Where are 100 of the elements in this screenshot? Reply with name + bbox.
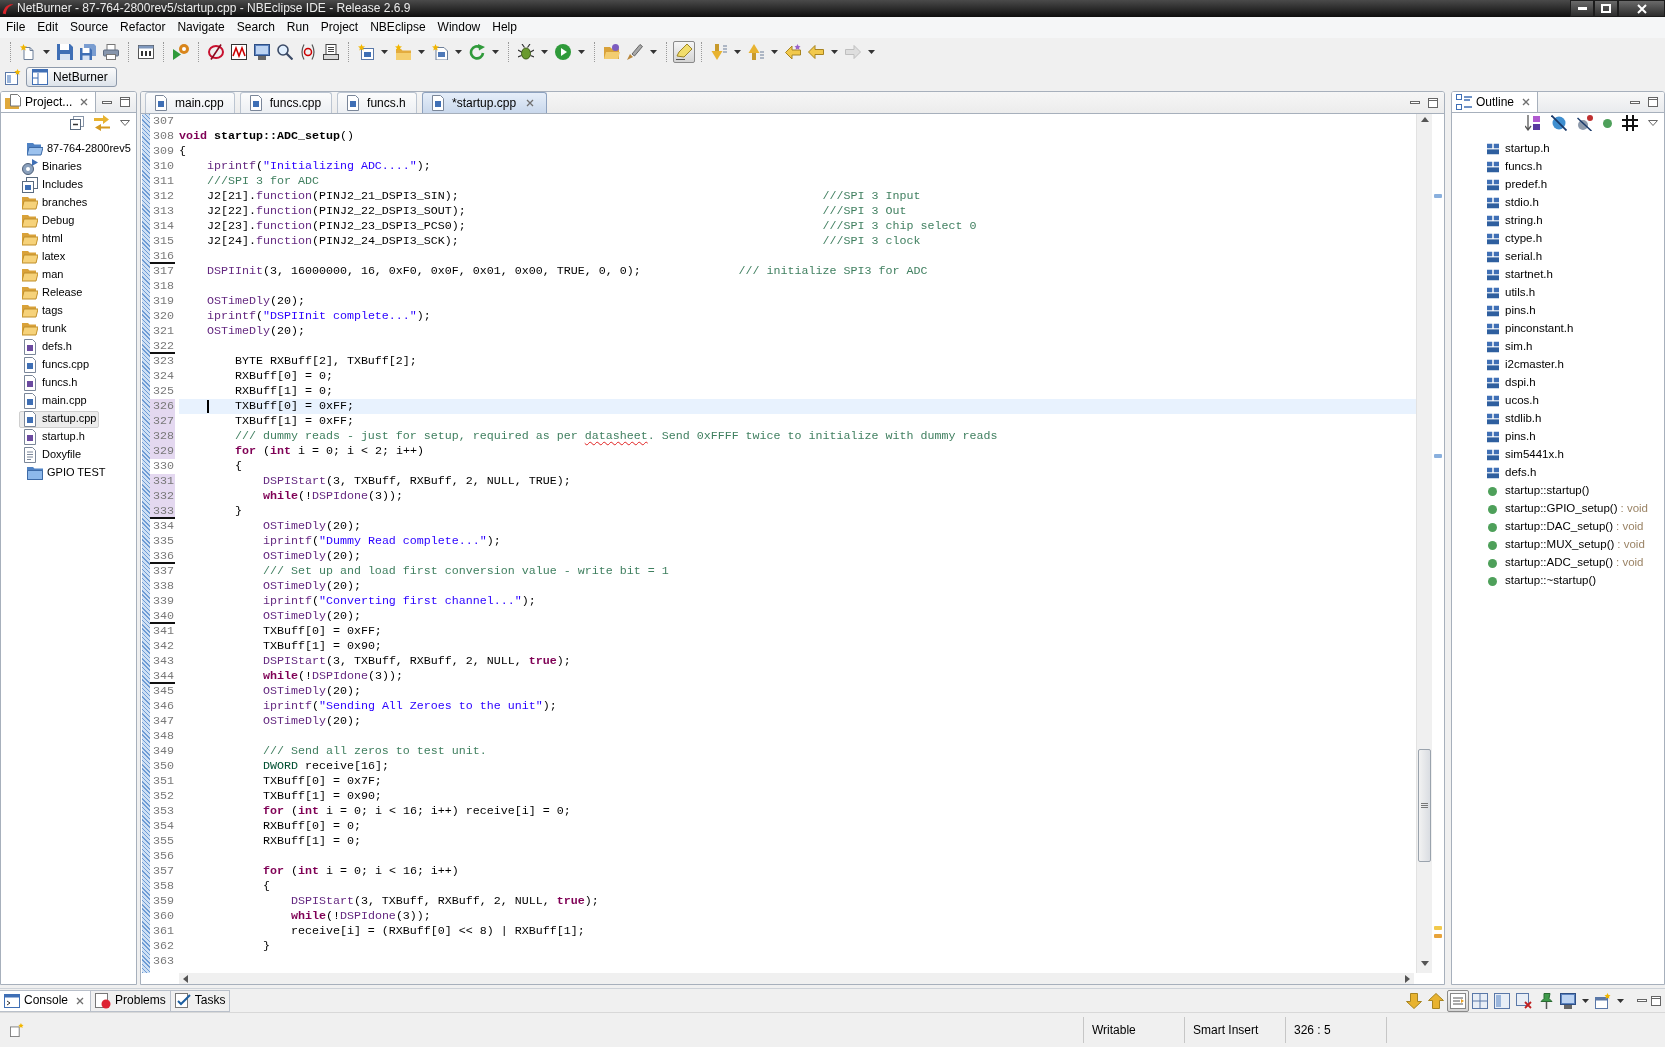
annotation-marker[interactable] (1434, 934, 1442, 938)
code-line: iprintf("Initializing ADC...."); (207, 159, 431, 174)
outline-item[interactable]: startup::startup() (1480, 482, 1593, 500)
menu-item[interactable]: Search (230, 17, 281, 38)
line-number: 363 (152, 954, 175, 969)
code-line: DSPIStart(3, TXBuff, RXBuff, 2, NULL, TRUE); (262, 474, 571, 489)
menu-item[interactable]: Source (64, 17, 115, 38)
outline-item[interactable]: utils.h (1480, 284, 1539, 302)
tree-item[interactable]: trunk (19, 320, 70, 338)
line-number: 326 (150, 399, 175, 414)
include-icon (1486, 233, 1499, 245)
view-tab[interactable]: Project... (1, 92, 97, 112)
editor-tab[interactable]: funcs.cpp (239, 92, 333, 113)
hide-static-button[interactable] (1575, 113, 1595, 133)
editor-tab[interactable]: main.cpp (145, 92, 235, 113)
fast-view-button[interactable] (8, 1021, 26, 1039)
maximize-button[interactable] (1594, 0, 1618, 17)
view-tab[interactable]: Outline (1452, 92, 1539, 112)
outline-item[interactable]: dspi.h (1480, 374, 1539, 392)
view-tab[interactable]: Console (0, 989, 92, 1012)
editor-tab[interactable]: funcs.h (337, 92, 418, 113)
perspective-button[interactable]: NetBurner (26, 67, 117, 87)
tree-item[interactable]: Debug (19, 212, 78, 230)
collapse-all-button[interactable] (68, 114, 86, 132)
zigzag-icon (231, 43, 247, 60)
outline-item[interactable]: string.h (1480, 212, 1546, 230)
view-menu-button[interactable] (118, 118, 132, 128)
annotation-marker[interactable] (1434, 454, 1442, 458)
tree-item[interactable]: funcs.h (19, 374, 81, 392)
outline-item[interactable]: funcs.h (1480, 158, 1546, 176)
outline-item[interactable]: startup::MUX_setup() : void (1480, 536, 1648, 554)
outline-item[interactable]: defs.h (1480, 464, 1540, 482)
annotation-marker[interactable] (1434, 926, 1442, 930)
tree-item[interactable]: 87-764-2800rev5 (24, 140, 134, 158)
menu-item[interactable]: Navigate (171, 17, 231, 38)
outline-item[interactable]: sim5441x.h (1480, 446, 1567, 464)
outline-item[interactable]: ctype.h (1480, 230, 1546, 248)
outline-item[interactable]: pinconstant.h (1480, 320, 1577, 338)
vertical-scrollbar[interactable] (1416, 114, 1432, 973)
outline-item[interactable]: startup::ADC_setup() : void (1480, 554, 1647, 572)
editor-tab[interactable]: *startup.cpp (422, 92, 548, 113)
menu-item[interactable]: NBEclipse (364, 17, 432, 38)
tree-item[interactable]: tags (19, 302, 66, 320)
tree-item[interactable]: main.cpp (19, 392, 90, 410)
annotation-marker[interactable] (1434, 194, 1442, 198)
menu-item[interactable]: Help (486, 17, 523, 38)
minimize-button[interactable] (1570, 0, 1594, 17)
outline-item[interactable]: sim.h (1480, 338, 1536, 356)
sort-button[interactable] (1523, 113, 1543, 133)
tree-item[interactable]: Release (19, 284, 86, 302)
outline-item[interactable]: predef.h (1480, 176, 1551, 194)
outline-item[interactable]: startup::GPIO_setup() : void (1480, 500, 1651, 518)
tree-item[interactable]: funcs.cpp (19, 356, 93, 374)
tree-item[interactable]: branches (19, 194, 91, 212)
menu-item[interactable]: Refactor (114, 17, 172, 38)
outline-item[interactable]: stdlib.h (1480, 410, 1545, 428)
project-folder-icon (27, 465, 43, 481)
menu-item[interactable]: Run (280, 17, 315, 38)
tree-item[interactable]: latex (19, 248, 69, 266)
menu-item[interactable]: Window (431, 17, 487, 38)
close-button[interactable] (1618, 0, 1665, 17)
outline-item[interactable]: startup::~startup() (1480, 572, 1600, 590)
tree-item[interactable]: startup.cpp (19, 410, 100, 428)
crossed-circle-icon (1551, 115, 1567, 131)
tree-item[interactable]: Doxyfile (19, 446, 85, 464)
tree-item[interactable]: Includes (19, 176, 86, 194)
outline-item[interactable]: ucos.h (1480, 392, 1542, 410)
outline-item[interactable]: pins.h (1480, 302, 1539, 320)
tree-item[interactable]: man (19, 266, 67, 284)
tree-item[interactable]: defs.h (19, 338, 75, 356)
line-number: 339 (152, 594, 175, 609)
window-title: NetBurner - 87-764-2800rev5/startup.cpp - NBEclipse IDE - Release 2.6.9 (17, 1, 411, 16)
tree-item[interactable]: startup.h (19, 428, 88, 446)
outline-item[interactable]: serial.h (1480, 248, 1546, 266)
line-number: 319 (152, 294, 175, 309)
outline-item[interactable]: startnet.h (1480, 266, 1556, 284)
outline-item[interactable]: stdio.h (1480, 194, 1542, 212)
outline-item[interactable]: i2cmaster.h (1480, 356, 1567, 374)
menu-item[interactable]: Edit (31, 17, 65, 38)
hide-non-public-button[interactable] (1601, 116, 1614, 130)
scrollbar-thumb[interactable] (1418, 749, 1431, 862)
view-tab[interactable]: Problems (91, 989, 171, 1012)
line-number: 311 (152, 174, 175, 189)
ring-slash-icon (208, 43, 224, 60)
menu-item[interactable]: File (0, 17, 32, 38)
grid-icon (1622, 115, 1638, 131)
tree-item[interactable]: Binaries (19, 158, 85, 176)
code-line: J2[24].function(PINJ2_24_DSPI3_SCK); ///SPI 3 clock (207, 234, 921, 249)
code-line: DSPIInit(3, 16000000, 16, 0xF0, 0x0F, 0x01, 0x00, TRUE, 0, 0); /// initialize SPI3 for ADC (207, 264, 928, 279)
outline-item[interactable]: pins.h (1480, 428, 1539, 446)
outline-item[interactable]: startup::DAC_setup() : void (1480, 518, 1647, 536)
hide-macros-button[interactable] (1620, 113, 1640, 133)
tree-item[interactable]: html (19, 230, 66, 248)
horizontal-scrollbar[interactable] (179, 973, 1414, 984)
menu-item[interactable]: Project (314, 17, 365, 38)
tree-item[interactable]: GPIO TEST (24, 464, 109, 482)
hide-fields-button[interactable] (1549, 113, 1569, 133)
outline-item[interactable]: startup.h (1480, 140, 1553, 158)
view-menu-button[interactable] (1646, 118, 1660, 128)
view-tab[interactable]: Tasks (170, 989, 231, 1012)
